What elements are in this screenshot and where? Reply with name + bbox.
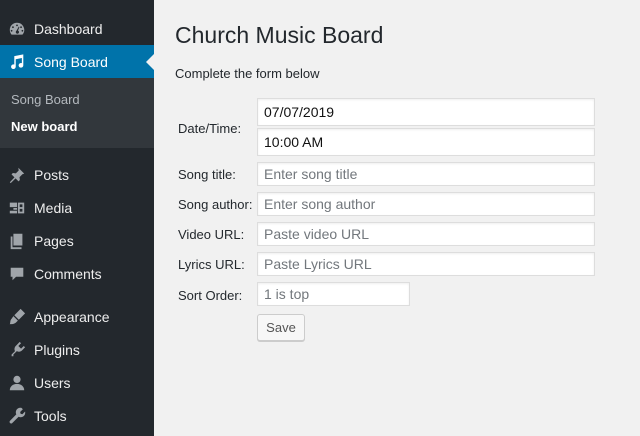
- song-title-label: Song title:: [178, 167, 236, 182]
- save-button[interactable]: Save: [257, 314, 305, 341]
- sidebar-item-posts[interactable]: Posts: [0, 158, 154, 191]
- sidebar-item-tools[interactable]: Tools: [0, 399, 154, 432]
- admin-sidebar: Dashboard Song Board Song Board New boar…: [0, 0, 154, 436]
- sidebar-item-dashboard[interactable]: Dashboard: [0, 12, 154, 45]
- sidebar-item-users[interactable]: Users: [0, 366, 154, 399]
- sidebar-item-label: Comments: [34, 265, 102, 282]
- sidebar-item-label: Posts: [34, 166, 70, 183]
- song-author-input[interactable]: [257, 192, 595, 216]
- date-input[interactable]: [257, 98, 595, 126]
- sidebar-item-label: Appearance: [34, 308, 110, 325]
- sidebar-submenu: Song Board New board: [0, 78, 154, 148]
- music-note-icon: [0, 53, 34, 71]
- lyrics-url-input[interactable]: [257, 252, 595, 276]
- sidebar-item-appearance[interactable]: Appearance: [0, 300, 154, 333]
- sidebar-item-media[interactable]: Media: [0, 191, 154, 224]
- sidebar-item-song-board[interactable]: Song Board: [0, 45, 154, 78]
- sidebar-item-pages[interactable]: Pages: [0, 224, 154, 257]
- lyrics-url-label: Lyrics URL:: [178, 257, 245, 272]
- sidebar-item-label: Media: [34, 199, 73, 216]
- sort-order-label: Sort Order:: [178, 288, 243, 303]
- pages-icon: [0, 232, 34, 250]
- paintbrush-icon: [0, 308, 34, 326]
- sort-order-input[interactable]: [257, 282, 410, 306]
- media-icon: [0, 199, 34, 217]
- video-url-input[interactable]: [257, 222, 595, 246]
- user-icon: [0, 374, 34, 392]
- sidebar-item-label: Song Board: [34, 53, 108, 70]
- video-url-label: Video URL:: [178, 227, 245, 242]
- wrench-icon: [0, 407, 34, 425]
- sidebar-item-label: Pages: [34, 232, 74, 249]
- song-title-input[interactable]: [257, 162, 595, 186]
- page-title: Church Music Board: [175, 22, 384, 48]
- datetime-label: Date/Time:: [178, 121, 242, 136]
- sidebar-item-comments[interactable]: Comments: [0, 257, 154, 290]
- plugin-icon: [0, 341, 34, 359]
- sidebar-item-label: Users: [34, 374, 71, 391]
- main-content: Church Music Board Complete the form bel…: [154, 0, 640, 436]
- submenu-item-new-board[interactable]: New board: [0, 113, 154, 140]
- page-description: Complete the form below: [175, 66, 320, 81]
- pushpin-icon: [0, 166, 34, 184]
- submenu-item-song-board[interactable]: Song Board: [0, 86, 154, 113]
- sidebar-item-label: Dashboard: [34, 20, 103, 37]
- dashboard-icon: [0, 20, 34, 38]
- sidebar-item-label: Plugins: [34, 341, 80, 358]
- song-author-label: Song author:: [178, 197, 253, 212]
- sidebar-item-label: Tools: [34, 407, 67, 424]
- sidebar-item-plugins[interactable]: Plugins: [0, 333, 154, 366]
- time-input[interactable]: [257, 128, 595, 156]
- comments-icon: [0, 265, 34, 283]
